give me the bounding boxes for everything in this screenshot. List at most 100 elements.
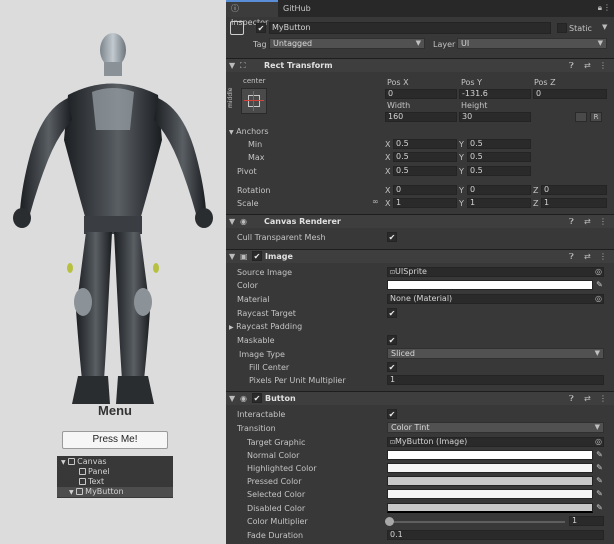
object-target-icon[interactable]: ◎	[595, 437, 602, 446]
color-swatch[interactable]	[387, 280, 593, 290]
fill-center-checkbox[interactable]: ✔	[387, 362, 397, 372]
pixels-per-unit-field[interactable]: 1	[387, 375, 604, 385]
pos-x-field[interactable]: 0	[385, 89, 457, 99]
canvas-renderer-header[interactable]: ▼ ◉ Canvas Renderer ❓︎ ⇄ ⋮	[226, 214, 614, 228]
rotation-z-field[interactable]: 0	[541, 185, 607, 195]
anchors-foldout[interactable]: ▼ Anchors	[229, 127, 269, 136]
target-graphic-field[interactable]: ⊡MyButton (Image)	[387, 437, 604, 447]
hierarchy-item-canvas[interactable]: ▼ Canvas	[57, 457, 173, 467]
color-picker-icon[interactable]: ✎	[595, 489, 604, 499]
scene-view[interactable]: Menu Press Me! ▼ Canvas Panel Text ▼ MyB…	[0, 0, 226, 544]
color-picker-icon[interactable]: ✎	[595, 463, 604, 473]
pos-y-field[interactable]: -131.6	[459, 89, 531, 99]
gameobject-icon	[68, 458, 76, 465]
press-me-button[interactable]: Press Me!	[62, 431, 168, 449]
anchor-min-x-field[interactable]: 0.5	[393, 139, 457, 149]
help-icon[interactable]: ❓︎	[569, 251, 574, 263]
image-header[interactable]: ▼ ▣ ✔ Image ❓︎ ⇄ ⋮	[226, 249, 614, 263]
normal-color-swatch[interactable]	[387, 450, 593, 460]
hierarchy-item-panel[interactable]: Panel	[57, 467, 173, 477]
foldout-arrow-icon[interactable]: ▼	[229, 216, 235, 228]
color-picker-icon[interactable]: ✎	[595, 503, 604, 513]
width-field[interactable]: 160	[385, 112, 457, 122]
help-icon[interactable]: ❓︎	[569, 216, 574, 228]
disabled-color-swatch[interactable]	[387, 503, 593, 513]
button-enabled-checkbox[interactable]: ✔	[252, 393, 262, 403]
foldout-arrow-icon[interactable]: ▼	[229, 393, 235, 405]
help-icon[interactable]: ❓︎	[569, 393, 574, 405]
kebab-icon[interactable]: ⋮	[599, 216, 607, 228]
raycast-padding-foldout[interactable]: ▶ Raycast Padding	[229, 322, 302, 331]
fade-duration-field[interactable]: 0.1	[387, 530, 604, 540]
constrain-proportions-icon[interactable]: ∞	[372, 197, 379, 206]
active-checkbox[interactable]: ✔	[256, 23, 266, 33]
object-target-icon[interactable]: ◎	[595, 294, 602, 303]
color-multiplier-slider-track[interactable]	[389, 521, 565, 523]
tab-github[interactable]: GitHub	[278, 0, 322, 17]
source-image-field[interactable]: ⊡UISprite	[387, 267, 604, 277]
selected-color-swatch[interactable]	[387, 489, 593, 499]
kebab-icon[interactable]: ⋮	[603, 3, 611, 12]
static-checkbox[interactable]	[557, 23, 567, 33]
color-picker-icon[interactable]: ✎	[595, 280, 604, 290]
foldout-arrow-icon[interactable]: ▼	[229, 251, 235, 263]
foldout-arrow-icon[interactable]: ▼	[229, 129, 234, 136]
raycast-target-checkbox[interactable]: ✔	[387, 308, 397, 318]
pos-z-field[interactable]: 0	[533, 89, 607, 99]
anchor-max-y-field[interactable]: 0.5	[467, 152, 531, 162]
tab-bar: ⓘ Inspector GitHub 🔒︎ ⋮	[226, 0, 614, 27]
image-type-dropdown[interactable]: Sliced ▼	[387, 348, 604, 359]
highlighted-color-swatch[interactable]	[387, 463, 593, 473]
foldout-arrow-icon[interactable]: ▶	[229, 324, 234, 331]
interactable-checkbox[interactable]: ✔	[387, 409, 397, 419]
kebab-icon[interactable]: ⋮	[599, 251, 607, 263]
pressed-color-swatch[interactable]	[387, 476, 593, 486]
chevron-down-icon[interactable]: ▼	[602, 23, 607, 31]
cull-transparent-mesh-checkbox[interactable]: ✔	[387, 232, 397, 242]
color-picker-icon[interactable]: ✎	[595, 476, 604, 486]
rect-transform-header[interactable]: ▼ ⛶ Rect Transform ❓︎ ⇄ ⋮	[226, 58, 614, 72]
color-multiplier-slider-handle[interactable]	[385, 517, 394, 526]
tag-dropdown[interactable]: Untagged ▼	[269, 38, 425, 49]
preset-icon[interactable]: ⇄	[584, 216, 591, 228]
pivot-y-field[interactable]: 0.5	[467, 166, 531, 176]
anchor-preset-icon[interactable]	[241, 88, 267, 114]
image-enabled-checkbox[interactable]: ✔	[252, 251, 262, 261]
tab-inspector[interactable]: ⓘ Inspector	[226, 0, 278, 27]
scale-y-field[interactable]: 1	[467, 198, 531, 208]
anchor-max-x-field[interactable]: 0.5	[393, 152, 457, 162]
object-name-field[interactable]: MyButton	[269, 22, 551, 34]
color-picker-icon[interactable]: ✎	[595, 450, 604, 460]
rotation-y-field[interactable]: 0	[467, 185, 531, 195]
preset-icon[interactable]: ⇄	[584, 393, 591, 405]
foldout-arrow-icon[interactable]: ▼	[229, 60, 235, 72]
kebab-icon[interactable]: ⋮	[599, 60, 607, 72]
raw-edit-button[interactable]: R	[590, 112, 602, 122]
scale-x-field[interactable]: 1	[393, 198, 457, 208]
chevron-down-icon: ▼	[594, 349, 600, 357]
cube-icon[interactable]	[230, 21, 244, 35]
lock-icon[interactable]: 🔒︎	[598, 3, 602, 13]
kebab-icon[interactable]: ⋮	[599, 393, 607, 405]
maskable-checkbox[interactable]: ✔	[387, 335, 397, 345]
pivot-x-field[interactable]: 0.5	[393, 166, 457, 176]
material-field[interactable]: None (Material)	[387, 294, 604, 304]
height-field[interactable]: 30	[459, 112, 531, 122]
anchor-min-y-field[interactable]: 0.5	[467, 139, 531, 149]
scale-z-field[interactable]: 1	[541, 198, 607, 208]
hierarchy-item-text[interactable]: Text	[57, 477, 173, 487]
blueprint-icon[interactable]	[575, 112, 587, 122]
layer-dropdown[interactable]: UI ▼	[457, 38, 607, 49]
foldout-arrow-icon[interactable]: ▼	[69, 489, 74, 496]
button-header[interactable]: ▼ ◉ ✔ Button ❓︎ ⇄ ⋮	[226, 391, 614, 405]
transition-dropdown[interactable]: Color Tint ▼	[387, 422, 604, 433]
help-icon[interactable]: ❓︎	[569, 60, 574, 72]
anchor-v-label: middle	[227, 87, 234, 109]
color-multiplier-field[interactable]: 1	[569, 516, 604, 526]
rotation-x-field[interactable]: 0	[393, 185, 457, 195]
object-target-icon[interactable]: ◎	[595, 267, 602, 276]
foldout-arrow-icon[interactable]: ▼	[61, 459, 66, 466]
preset-icon[interactable]: ⇄	[584, 251, 591, 263]
hierarchy-item-mybutton[interactable]: ▼ MyButton	[57, 487, 173, 497]
preset-icon[interactable]: ⇄	[584, 60, 591, 72]
